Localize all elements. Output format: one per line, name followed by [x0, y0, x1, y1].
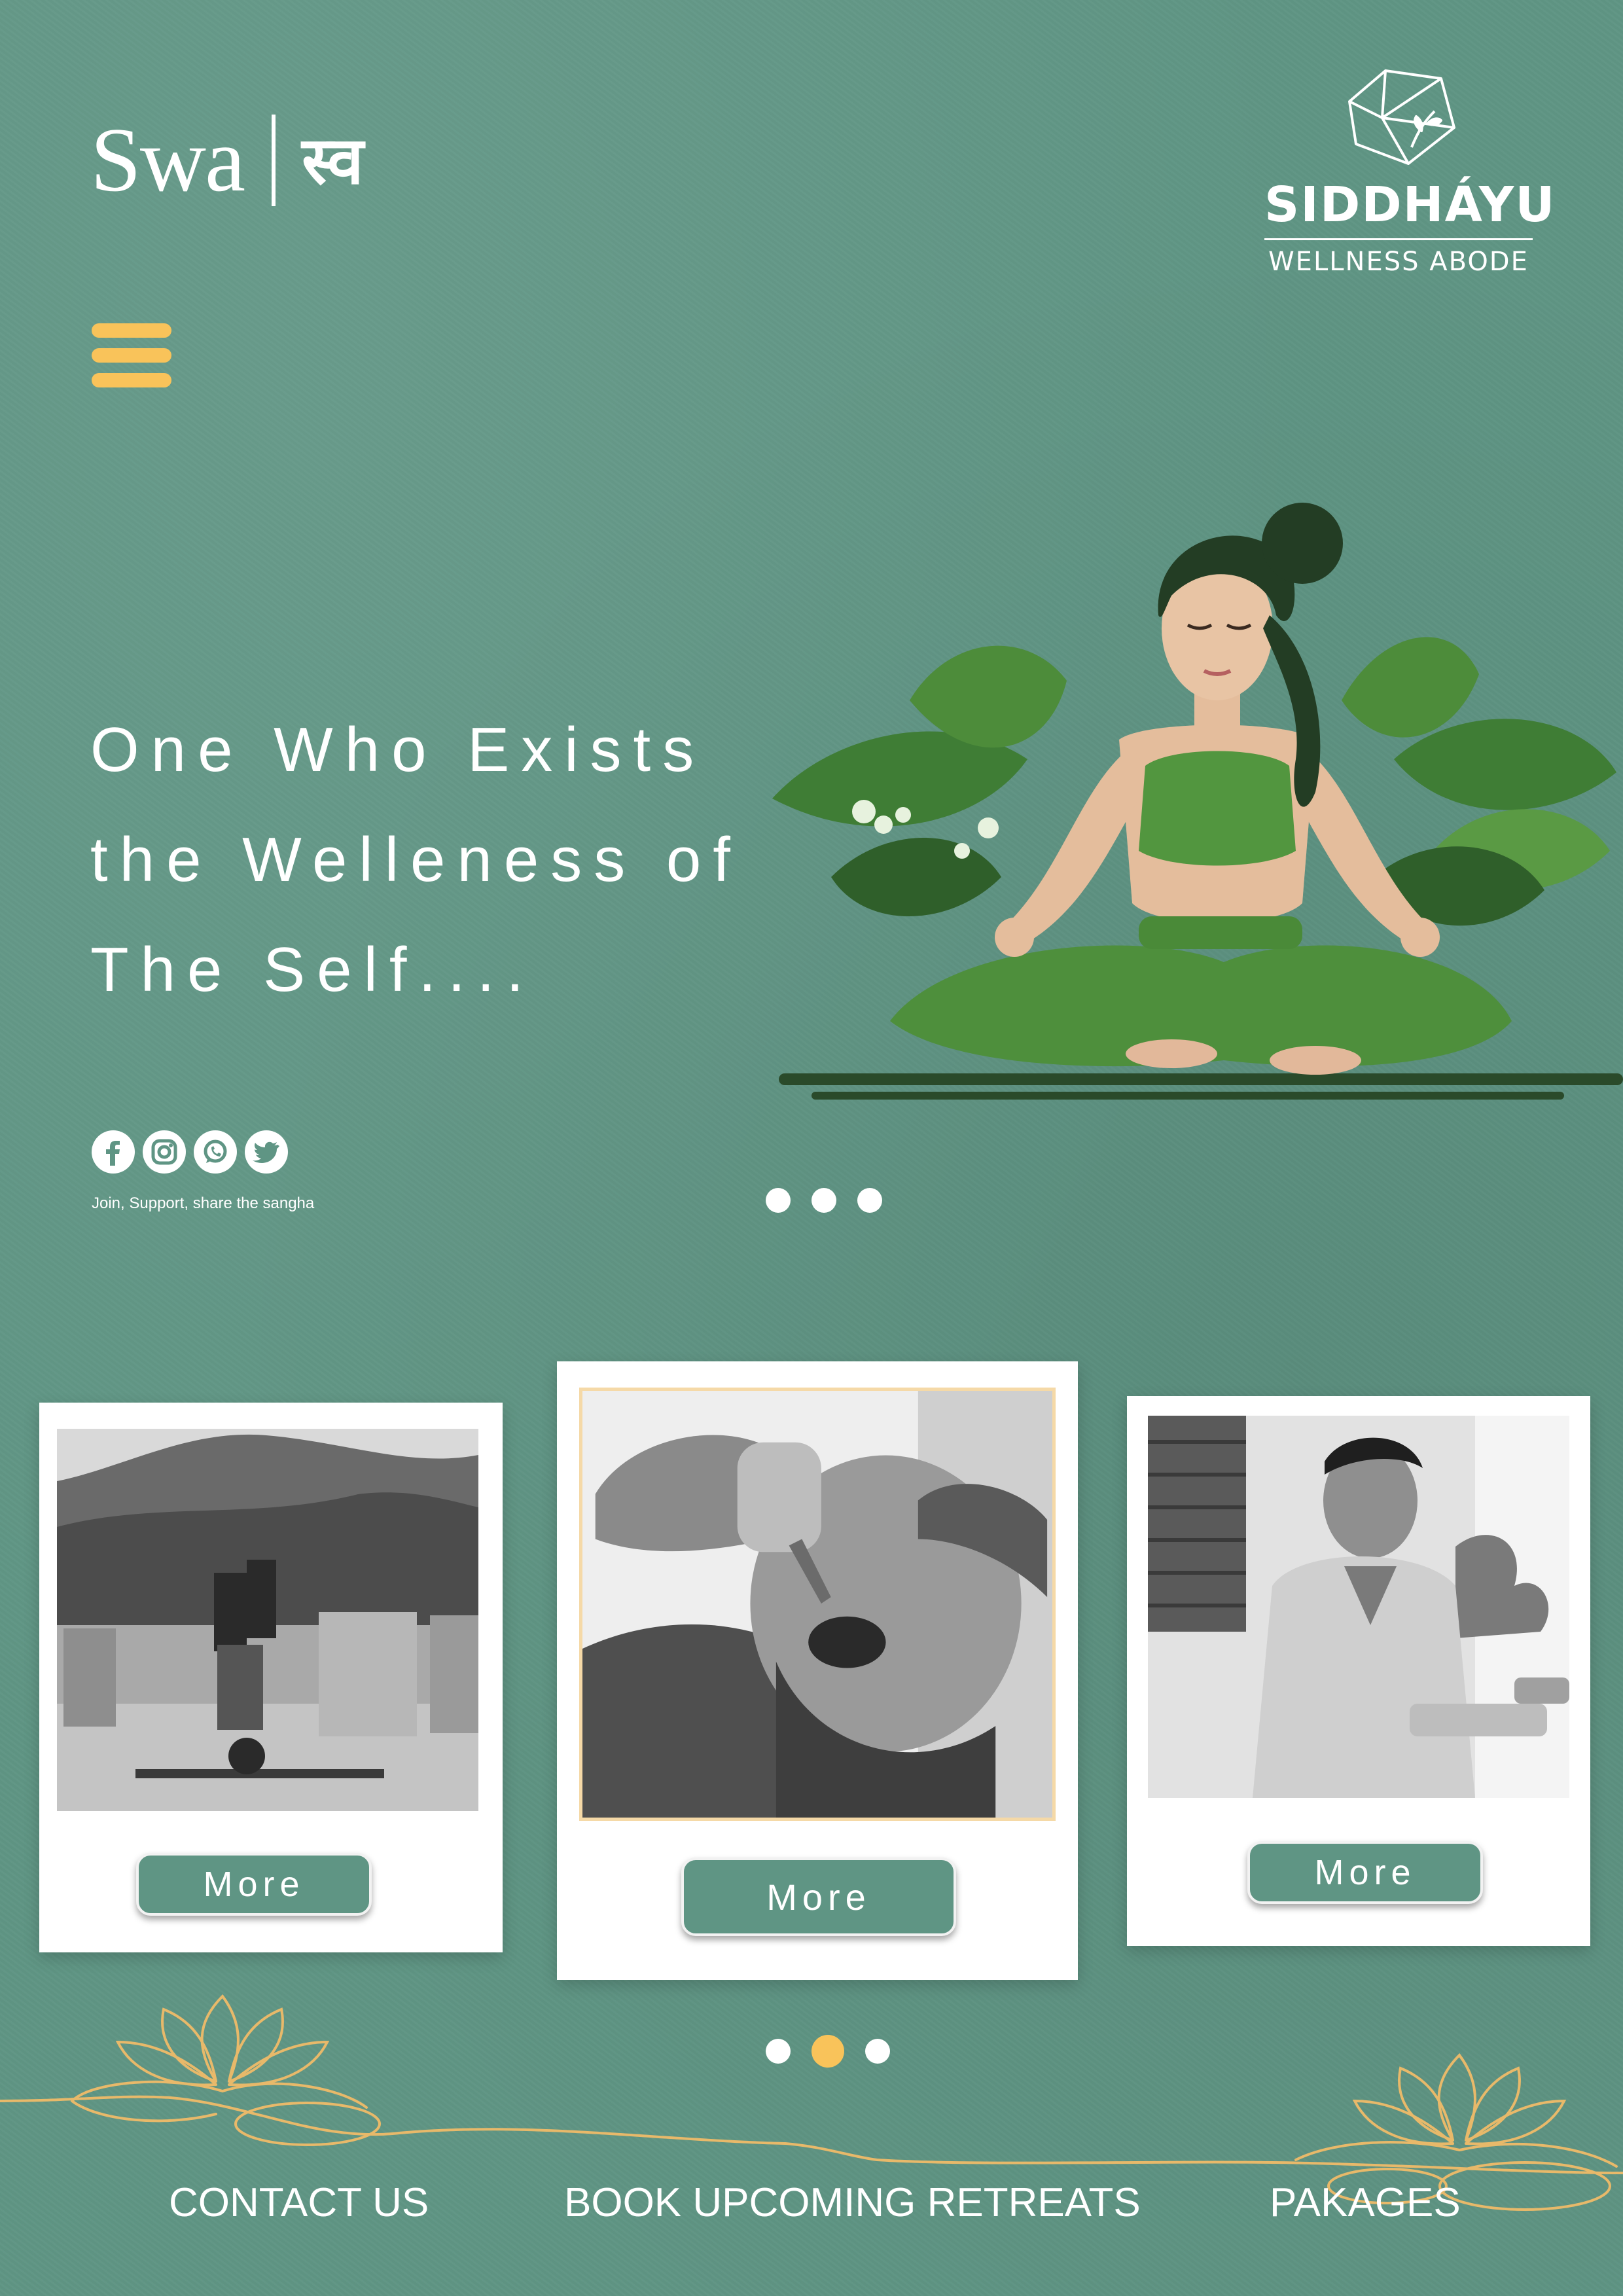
program-card-consultation: More	[1127, 1396, 1590, 1946]
footer-nav: CONTACT US BOOK UPCOMING RETREATS PAKAGE…	[0, 2179, 1623, 2232]
carousel-dot[interactable]	[812, 1188, 836, 1213]
whatsapp-icon[interactable]	[194, 1130, 237, 1174]
more-button[interactable]: More	[136, 1853, 372, 1916]
social-caption: Join, Support, share the sangha	[92, 1194, 315, 1212]
hero-title: One Who Exists the Welleness of The Self…	[90, 695, 810, 1025]
book-retreats-link[interactable]: BOOK UPCOMING RETREATS	[564, 2179, 1141, 2226]
program-card-neti: More	[557, 1361, 1078, 1980]
menu-bar	[92, 373, 171, 387]
more-button[interactable]: More	[1247, 1841, 1483, 1904]
page: Swa स्व SIDDHÁYU WELLNESS ABODE One Who …	[0, 0, 1623, 2296]
twitter-icon[interactable]	[245, 1130, 288, 1174]
carousel-dot[interactable]	[766, 1188, 791, 1213]
hero-carousel-dots	[766, 1188, 882, 1213]
hamburger-menu-icon[interactable]	[92, 323, 171, 398]
logo-tagline: WELLNESS ABODE	[1268, 247, 1529, 277]
more-button[interactable]: More	[681, 1857, 956, 1936]
crystal-leaf-icon	[1348, 69, 1455, 165]
packages-link[interactable]: PAKAGES	[1270, 2179, 1461, 2226]
logo-name: SIDDHÁYU	[1264, 177, 1556, 233]
headstand-yoga-photo	[57, 1429, 478, 1811]
hero-title-line: the Welleness of	[90, 825, 742, 895]
brand-devanagari: स्व	[302, 122, 364, 199]
meditating-woman-illustration	[772, 503, 1623, 1100]
brand-divider	[272, 115, 276, 206]
logo-rule	[1264, 238, 1533, 240]
brand-wordmark[interactable]: Swa स्व	[90, 115, 364, 206]
hero-title-line: The Self....	[90, 935, 536, 1005]
facebook-icon[interactable]	[92, 1130, 135, 1174]
menu-bar	[92, 348, 171, 363]
brand-latin: Swa	[90, 109, 245, 211]
menu-bar	[92, 323, 171, 338]
contact-us-link[interactable]: CONTACT US	[169, 2179, 429, 2226]
instagram-icon[interactable]	[143, 1130, 186, 1174]
siddhayu-logo[interactable]: SIDDHÁYU WELLNESS ABODE	[1264, 65, 1556, 277]
social-links	[92, 1130, 288, 1174]
ayurvedic-consultation-photo	[1148, 1416, 1569, 1798]
neti-cleansing-photo	[579, 1388, 1056, 1821]
hero-title-line: One Who Exists	[90, 715, 706, 785]
program-card-yoga: More	[39, 1403, 503, 1952]
carousel-dot[interactable]	[857, 1188, 882, 1213]
